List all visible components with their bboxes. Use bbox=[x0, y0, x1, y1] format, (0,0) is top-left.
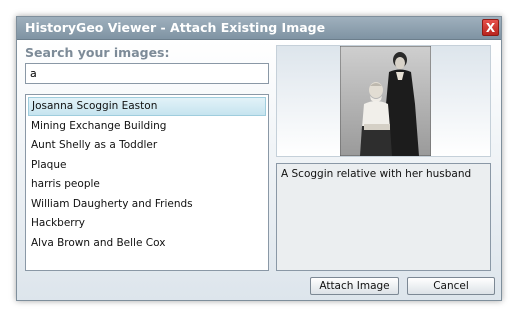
list-item[interactable]: harris people bbox=[28, 175, 266, 194]
title-bar[interactable]: HistoryGeo Viewer - Attach Existing Imag… bbox=[17, 17, 501, 40]
list-item[interactable]: Hackberry bbox=[28, 214, 266, 233]
search-label: Search your images: bbox=[25, 45, 170, 60]
cancel-button[interactable]: Cancel bbox=[407, 277, 495, 295]
list-item[interactable]: Mining Exchange Building bbox=[28, 117, 266, 136]
list-item[interactable]: Alva Brown and Belle Cox bbox=[28, 234, 266, 253]
dialog-body: Search your images: Josanna Scoggin East… bbox=[17, 40, 501, 300]
search-input[interactable] bbox=[25, 63, 269, 84]
list-item[interactable]: William Daugherty and Friends bbox=[28, 195, 266, 214]
image-preview bbox=[276, 45, 491, 157]
list-item[interactable]: Aunt Shelly as a Toddler bbox=[28, 136, 266, 155]
attach-image-button[interactable]: Attach Image bbox=[310, 277, 399, 295]
close-button[interactable]: X bbox=[482, 19, 499, 36]
attach-image-dialog: HistoryGeo Viewer - Attach Existing Imag… bbox=[16, 16, 502, 301]
list-item[interactable]: Josanna Scoggin Easton bbox=[28, 97, 266, 116]
preview-photo bbox=[340, 46, 431, 156]
list-item[interactable]: Plaque bbox=[28, 156, 266, 175]
image-description: A Scoggin relative with her husband bbox=[276, 163, 491, 271]
window-title: HistoryGeo Viewer - Attach Existing Imag… bbox=[25, 20, 326, 35]
image-list[interactable]: Josanna Scoggin Easton Mining Exchange B… bbox=[25, 94, 269, 271]
